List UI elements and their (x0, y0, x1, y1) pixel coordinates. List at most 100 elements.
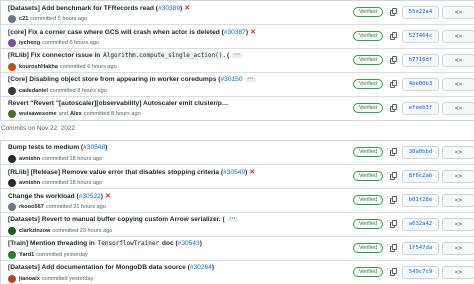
author-link[interactable]: clarkzinzow (19, 228, 50, 234)
avatar[interactable] (8, 203, 16, 211)
browse-code-button[interactable]: <> (442, 266, 474, 279)
commit-meta: wuisawesome and Alex committed 8 hours a… (8, 110, 141, 118)
copy-icon[interactable] (390, 56, 398, 64)
avatar[interactable] (8, 155, 16, 163)
verified-badge[interactable]: Verified (353, 55, 383, 65)
commit-sha-button[interactable]: b01f28e (402, 194, 439, 207)
commit-sha-button[interactable]: 8f6c2ab (402, 170, 439, 183)
commit-row: [Datasets] Add benchmark for TFRecords r… (1, 1, 474, 25)
verified-badge[interactable]: Verified (353, 195, 383, 205)
commit-sha-button[interactable]: 549c7c9 (402, 266, 439, 279)
pr-link[interactable]: #30522 (79, 193, 101, 200)
author-link[interactable]: Yard1 (19, 252, 34, 258)
copy-icon[interactable] (390, 32, 398, 40)
commit-sha-button[interactable]: 30a0bbd (402, 146, 439, 159)
commit-sha-button[interactable]: b7716df (402, 54, 439, 67)
author-link[interactable]: avnishn (19, 156, 40, 162)
commit-title[interactable]: [Datasets] Revert to manual buffer copyi… (8, 216, 238, 223)
copy-icon[interactable] (390, 244, 398, 252)
copy-icon[interactable] (390, 104, 398, 112)
verified-badge[interactable]: Verified (353, 219, 383, 229)
commit-date-header: Commits on Nov 22, 2022 (1, 125, 75, 132)
author-link[interactable]: iycheng (19, 40, 40, 46)
browse-code-button[interactable]: <> (442, 102, 474, 115)
pr-link[interactable]: #30150 (221, 76, 243, 83)
author-link[interactable]: rkooo567 (19, 204, 44, 210)
commit-row: [Datasets] Revert to manual buffer copyi… (1, 213, 474, 237)
copy-icon[interactable] (390, 268, 398, 276)
failed-status-icon[interactable]: ✕ (184, 5, 190, 12)
pr-link[interactable]: #30543 (178, 240, 200, 247)
expand-message-button[interactable]: ··· (245, 76, 256, 82)
commit-title[interactable]: [Datasets] Add benchmark for TFRecords r… (8, 4, 190, 12)
browse-code-button[interactable]: <> (442, 170, 474, 183)
commit-title[interactable]: [RLlib] [Release] Remove value error tha… (8, 168, 255, 176)
pr-link[interactable]: #30387 (224, 29, 246, 36)
avatar[interactable] (8, 275, 16, 283)
browse-code-button[interactable]: <> (442, 242, 474, 255)
browse-code-button[interactable]: <> (442, 54, 474, 67)
failed-status-icon[interactable]: ✕ (250, 29, 256, 36)
copy-icon[interactable] (390, 196, 398, 204)
browse-code-button[interactable]: <> (442, 78, 474, 91)
author-link[interactable]: cadedaniel (19, 88, 48, 94)
browse-code-button[interactable]: <> (442, 6, 474, 19)
expand-message-button[interactable]: ··· (232, 52, 243, 58)
inline-code: Algorithm.compute_single_action() (102, 52, 224, 59)
verified-badge[interactable]: Verified (353, 147, 383, 157)
pr-link[interactable]: #30389 (158, 5, 180, 12)
author-link[interactable]: wuisawesome (19, 111, 57, 117)
commit-title[interactable]: [core] Fix a corner case where GCS will … (8, 28, 256, 36)
verified-badge[interactable]: Verified (353, 267, 383, 277)
commit-title[interactable]: Bump tests to medium (#30548) (8, 144, 107, 151)
author-link[interactable]: jianoaix (19, 276, 40, 282)
commit-sha-button[interactable]: efeeb3f (402, 102, 439, 115)
browse-code-button[interactable]: <> (442, 146, 474, 159)
commit-meta: kouroshHakha committed 6 hours ago (8, 63, 117, 71)
author-link[interactable]: c21 (19, 16, 28, 22)
avatar[interactable] (8, 251, 16, 259)
browse-code-button[interactable]: <> (442, 218, 474, 231)
avatar[interactable] (8, 63, 16, 71)
avatar[interactable] (8, 87, 16, 95)
commit-meta: rkooo567 committed 21 hours ago (8, 203, 106, 211)
avatar[interactable] (8, 39, 16, 47)
expand-message-button[interactable]: ··· (227, 216, 238, 222)
copy-icon[interactable] (390, 172, 398, 180)
avatar[interactable] (8, 15, 16, 23)
pr-link[interactable]: #30549 (223, 169, 245, 176)
verified-badge[interactable]: Verified (353, 171, 383, 181)
verified-badge[interactable]: Verified (353, 7, 383, 17)
commit-sha-button[interactable]: a632a42 (402, 218, 439, 231)
avatar[interactable] (8, 227, 16, 235)
commit-title[interactable]: [Core] Disabling object store from appea… (8, 76, 256, 83)
verified-badge[interactable]: Verified (353, 243, 383, 253)
copy-icon[interactable] (390, 80, 398, 88)
verified-badge[interactable]: Verified (353, 31, 383, 41)
coauthor-link[interactable]: Alex (70, 111, 82, 117)
commit-title[interactable]: Revert "Revert "[autoscaler][observabili… (8, 100, 228, 107)
commit-title[interactable]: Change the workload (#30522) ✕ (8, 192, 111, 200)
browse-code-button[interactable]: <> (442, 30, 474, 43)
commit-sha-button[interactable]: 4be00b3 (402, 78, 439, 91)
avatar[interactable] (8, 110, 16, 118)
browse-code-button[interactable]: <> (442, 194, 474, 207)
commit-sha-button[interactable]: 1f547da (402, 242, 439, 255)
author-link[interactable]: avnishn (19, 180, 40, 186)
commit-title[interactable]: [Datasets] Add documentation for MongoDB… (8, 264, 214, 271)
commit-sha-button[interactable]: 55e22e4 (402, 6, 439, 19)
verified-badge[interactable]: Verified (353, 103, 383, 113)
failed-status-icon[interactable]: ✕ (105, 193, 111, 200)
avatar[interactable] (8, 179, 16, 187)
commit-sha-button[interactable]: 527464c (402, 30, 439, 43)
pr-link[interactable]: #30264 (190, 264, 212, 271)
copy-icon[interactable] (390, 148, 398, 156)
failed-status-icon[interactable]: ✕ (249, 169, 255, 176)
copy-icon[interactable] (390, 220, 398, 228)
copy-icon[interactable] (390, 8, 398, 16)
verified-badge[interactable]: Verified (353, 79, 383, 89)
author-link[interactable]: kouroshHakha (19, 64, 58, 70)
commit-title[interactable]: [RLlib] Fix connector issue in Algorithm… (8, 52, 243, 59)
pr-link[interactable]: #30548 (83, 144, 105, 151)
commit-title[interactable]: [Train] Mention threading in TensorflowT… (8, 240, 202, 247)
